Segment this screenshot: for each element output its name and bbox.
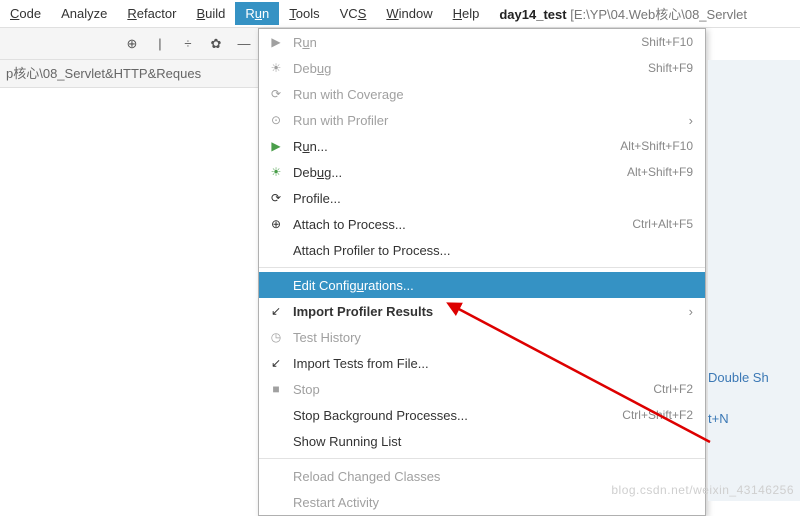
menu-item-stop-background-processes[interactable]: Stop Background Processes...Ctrl+Shift+F… (259, 402, 705, 428)
menu-item-label: Stop Background Processes... (293, 408, 622, 423)
↙-icon: ↙ (267, 356, 285, 370)
menu-item-profile[interactable]: ⟳ Profile... (259, 185, 705, 211)
menu-item-label: Run with Profiler (293, 113, 681, 128)
menubar: CodeAnalyzeRefactorBuildRunToolsVCSWindo… (0, 0, 800, 28)
menu-shortcut: Ctrl+F2 (653, 382, 693, 396)
target-icon[interactable]: ⊕ (124, 36, 140, 52)
collapse-icon[interactable]: — (236, 36, 252, 52)
menu-item-edit-configurations[interactable]: Edit Configurations... (259, 272, 705, 298)
project-toolbar: ⊕ | ÷ ✿ — (0, 28, 260, 60)
menu-item-run[interactable]: ▶ Run...Alt+Shift+F10 (259, 133, 705, 159)
menu-item-debug[interactable]: ☀ Debug...Alt+Shift+F9 (259, 159, 705, 185)
menu-item-label: Reload Changed Classes (293, 469, 693, 484)
menu-item-label: Import Tests from File... (293, 356, 693, 371)
menu-item-label: Run (293, 35, 641, 50)
menu-item-label: Debug (293, 61, 648, 76)
menu-separator (259, 458, 705, 459)
watermark: blog.csdn.net/weixin_43146256 (611, 483, 794, 497)
▶-icon: ▶ (267, 35, 285, 49)
gear-icon[interactable]: ✿ (208, 36, 224, 52)
menu-help[interactable]: Help (443, 2, 490, 25)
☀-icon: ☀ (267, 165, 285, 179)
editor-hints-panel: Double Sh t+N (708, 60, 800, 501)
menu-item-test-history: ◷ Test History (259, 324, 705, 350)
menu-vcs[interactable]: VCS (330, 2, 377, 25)
menu-item-attach-to-process[interactable]: ⊕ Attach to Process...Ctrl+Alt+F5 (259, 211, 705, 237)
hint-double-shift: Double Sh (708, 370, 800, 385)
⟳-icon: ⟳ (267, 87, 285, 101)
menu-item-run-with-coverage: ⟳ Run with Coverage (259, 81, 705, 107)
menu-tools[interactable]: Tools (279, 2, 329, 25)
◷-icon: ◷ (267, 330, 285, 344)
menu-item-label: Show Running List (293, 434, 693, 449)
menu-shortcut: Alt+Shift+F10 (620, 139, 693, 153)
breadcrumb-path: p核心\08_Servlet&HTTP&Reques (0, 60, 260, 88)
menu-separator (259, 267, 705, 268)
menu-item-import-profiler-results[interactable]: ↙ Import Profiler Results › (259, 298, 705, 324)
menu-window[interactable]: Window (376, 2, 442, 25)
menu-item-label: Stop (293, 382, 653, 397)
expand-icon[interactable]: ÷ (180, 36, 196, 52)
menu-shortcut: Shift+F9 (648, 61, 693, 75)
menu-item-run: ▶ RunShift+F10 (259, 29, 705, 55)
menu-analyze[interactable]: Analyze (51, 2, 117, 25)
■-icon: ■ (267, 382, 285, 396)
menu-item-label: Import Profiler Results (293, 304, 681, 319)
chevron-right-icon: › (689, 113, 693, 128)
menu-item-show-running-list[interactable]: Show Running List (259, 428, 705, 454)
menu-item-label: Profile... (293, 191, 693, 206)
menu-shortcut: Ctrl+Alt+F5 (632, 217, 693, 231)
menu-run[interactable]: Run (235, 2, 279, 25)
menu-item-attach-profiler-to-process[interactable]: Attach Profiler to Process... (259, 237, 705, 263)
▶-icon: ▶ (267, 139, 285, 153)
menu-item-label: Test History (293, 330, 693, 345)
☀-icon: ☀ (267, 61, 285, 75)
menu-item-stop: ■ StopCtrl+F2 (259, 376, 705, 402)
menu-item-label: Run with Coverage (293, 87, 693, 102)
menu-shortcut: Alt+Shift+F9 (627, 165, 693, 179)
menu-item-label: Edit Configurations... (293, 278, 693, 293)
⟳-icon: ⟳ (267, 191, 285, 205)
menu-shortcut: Shift+F10 (641, 35, 693, 49)
project-label: day14_test [E:\YP\04.Web核心\08_Servlet (489, 0, 757, 27)
menu-item-label: Attach to Process... (293, 217, 632, 232)
⊕-icon: ⊕ (267, 217, 285, 231)
chevron-right-icon: › (689, 304, 693, 319)
↙-icon: ↙ (267, 304, 285, 318)
menu-item-import-tests-from-file[interactable]: ↙ Import Tests from File... (259, 350, 705, 376)
menu-item-label: Debug... (293, 165, 627, 180)
menu-refactor[interactable]: Refactor (117, 2, 186, 25)
run-menu-dropdown: ▶ RunShift+F10 ☀ DebugShift+F9 ⟳ Run with Cov… (258, 28, 706, 516)
menu-code[interactable]: Code (0, 2, 51, 25)
hint-ctrl-n: t+N (708, 411, 800, 426)
divider-icon: | (152, 36, 168, 52)
menu-item-label: Run... (293, 139, 620, 154)
menu-build[interactable]: Build (186, 2, 235, 25)
menu-item-label: Attach Profiler to Process... (293, 243, 693, 258)
menu-item-run-with-profiler: ⊙ Run with Profiler › (259, 107, 705, 133)
menu-item-debug: ☀ DebugShift+F9 (259, 55, 705, 81)
⊙-icon: ⊙ (267, 113, 285, 127)
menu-shortcut: Ctrl+Shift+F2 (622, 408, 693, 422)
